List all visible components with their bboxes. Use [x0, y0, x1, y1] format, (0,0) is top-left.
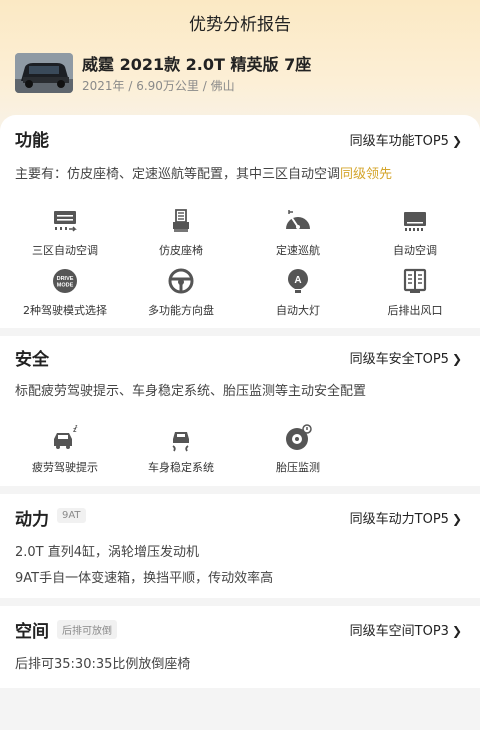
space-description: 后排可35:30:35比例放倒座椅: [15, 657, 191, 672]
function-highlight: 同级领先: [340, 167, 393, 182]
feature-item[interactable]: A 自动大灯: [238, 267, 358, 318]
safety-description: 标配疲劳驾驶提示、车身稳定系统、胎压监测等主动安全配置: [15, 384, 367, 399]
svg-text:DRIVE: DRIVE: [57, 276, 74, 282]
feature-label: 疲劳驾驶提示: [32, 461, 98, 474]
steering-wheel-icon: [168, 268, 194, 294]
stability-icon: [172, 432, 189, 452]
feature-label: 自动空调: [393, 244, 437, 257]
tire-pressure-icon: [286, 424, 312, 450]
chevron-right-icon: ❯: [451, 512, 462, 526]
section-title-function: 功能: [15, 131, 49, 151]
feature-label: 定速巡航: [276, 244, 320, 257]
feature-label: 2种驾驶模式选择: [23, 304, 107, 317]
function-top5-link[interactable]: 同级车功能TOP5 ❯: [350, 130, 462, 149]
feature-label: 自动大灯: [276, 304, 320, 317]
function-desc-text: 主要有：仿皮座椅、定速巡航等配置，其中三区自动空调: [15, 167, 341, 182]
power-card: 动力 9AT 同级车动力TOP5 ❯ 2.0T 直列4缸，涡轮增压发动机 9AT手…: [0, 494, 480, 598]
function-description: 主要有：仿皮座椅、定速巡航等配置，其中三区自动空调同级领先: [15, 163, 392, 182]
safety-card: 安全 同级车安全TOP5 ❯ 标配疲劳驾驶提示、车身稳定系统、胎压监测等主动安全配…: [0, 336, 480, 486]
chevron-right-icon: ❯: [451, 352, 462, 366]
feature-label: 车身稳定系统: [148, 461, 214, 474]
section-title-power: 动力: [15, 510, 49, 530]
power-line: 9AT手自一体变速箱，换挡平顺，传动效率高: [15, 571, 274, 586]
feature-item[interactable]: 定速巡航: [238, 207, 358, 258]
fatigue-icon: z z: [54, 424, 78, 449]
feature-item[interactable]: 胎压监测: [238, 424, 358, 475]
rear-vent-icon: [403, 268, 427, 293]
feature-item[interactable]: 仿皮座椅: [121, 207, 241, 258]
svg-text:z: z: [75, 424, 78, 430]
seat-icon: [173, 209, 189, 232]
speedometer-icon: [286, 210, 310, 229]
feature-item[interactable]: 自动空调: [355, 207, 475, 258]
feature-item[interactable]: z z 疲劳驾驶提示: [5, 424, 125, 475]
car-meta: 2021年 / 6.90万公里 / 佛山: [82, 79, 235, 93]
function-card: 功能 同级车功能TOP5 ❯ 主要有：仿皮座椅、定速巡航等配置，其中三区自动空调同…: [0, 115, 480, 328]
svg-text:MODE: MODE: [57, 283, 74, 289]
feature-label: 仿皮座椅: [159, 244, 203, 257]
section-title-safety: 安全: [15, 350, 49, 370]
space-tag: 后排可放倒: [57, 620, 117, 639]
chevron-right-icon: ❯: [451, 624, 462, 638]
feature-item[interactable]: DRIVE MODE 2种驾驶模式选择: [5, 267, 125, 318]
car-thumbnail[interactable]: [15, 53, 73, 93]
page-title: 优势分析报告: [189, 15, 291, 35]
function-link-label: 同级车功能TOP5: [349, 134, 449, 149]
ac-vent-icon: [54, 211, 77, 232]
safety-top5-link[interactable]: 同级车安全TOP5 ❯: [350, 348, 462, 367]
svg-text:A: A: [294, 275, 301, 286]
auto-ac-icon: [404, 212, 426, 231]
feature-label: 多功能方向盘: [148, 304, 214, 317]
space-top3-link[interactable]: 同级车空间TOP3 ❯: [350, 620, 462, 639]
power-line: 2.0T 直列4缸，涡轮增压发动机: [15, 545, 200, 560]
space-card: 空间 后排可放倒 同级车空间TOP3 ❯ 后排可35:30:35比例放倒座椅: [0, 606, 480, 688]
safety-link-label: 同级车安全TOP5: [349, 352, 449, 367]
feature-item[interactable]: 多功能方向盘: [121, 267, 241, 318]
headlight-icon: A: [288, 269, 308, 293]
chevron-right-icon: ❯: [451, 134, 462, 148]
feature-item[interactable]: 车身稳定系统: [121, 424, 241, 475]
feature-item[interactable]: 后排出风口: [355, 267, 475, 318]
feature-item[interactable]: 三区自动空调: [5, 207, 125, 258]
power-link-label: 同级车动力TOP5: [349, 512, 449, 527]
feature-label: 胎压监测: [276, 461, 320, 474]
space-link-label: 同级车空间TOP3: [349, 624, 449, 639]
section-title-space: 空间: [15, 622, 49, 642]
feature-label: 后排出风口: [387, 304, 443, 317]
power-top5-link[interactable]: 同级车动力TOP5 ❯: [350, 508, 462, 527]
feature-label: 三区自动空调: [32, 244, 98, 257]
drive-mode-icon: DRIVE MODE: [53, 269, 77, 293]
car-title: 威霆 2021款 2.0T 精英版 7座: [82, 55, 312, 74]
power-tag: 9AT: [57, 508, 86, 523]
